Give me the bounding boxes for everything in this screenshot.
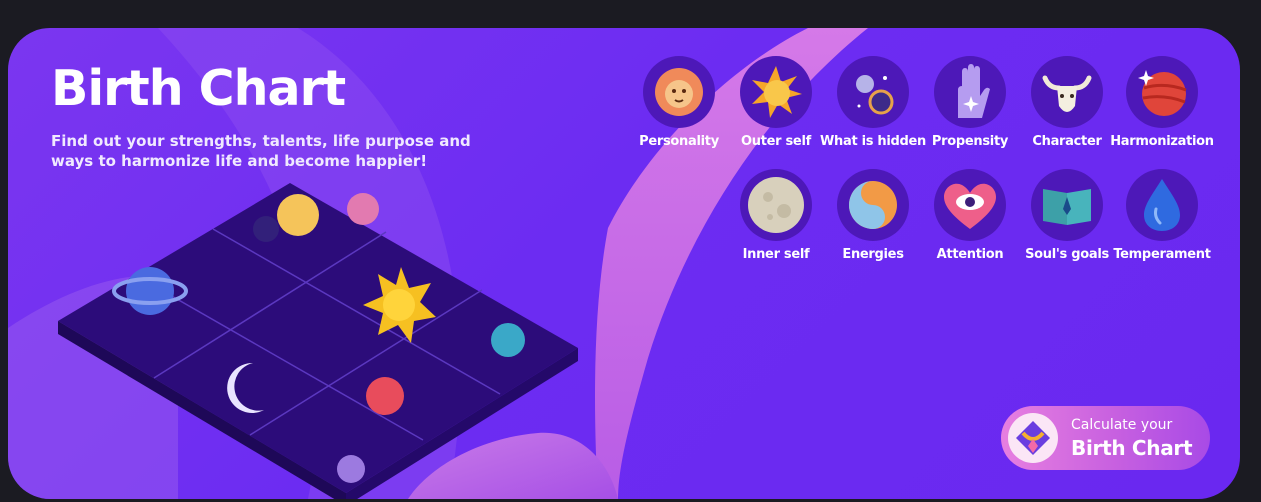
cta-line1: Calculate your: [1071, 417, 1173, 433]
bull-icon: [1031, 56, 1103, 128]
yin-yang-icon: [837, 169, 909, 241]
book-icon: [1031, 169, 1103, 241]
calculate-birth-chart-button[interactable]: Calculate your Birth Chart: [1001, 406, 1210, 470]
planet-dark: [253, 216, 279, 242]
feature-outer-self[interactable]: Outer self: [726, 56, 826, 156]
feature-label: Temperament: [1113, 247, 1211, 262]
planet-pink: [347, 193, 379, 225]
feature-attention[interactable]: Attention: [920, 169, 1020, 269]
cta-line2: Birth Chart: [1071, 436, 1193, 460]
planet-red: [366, 377, 404, 415]
planet-yellow: [277, 194, 319, 236]
feature-temperament[interactable]: Temperament: [1112, 169, 1212, 269]
feature-personality[interactable]: Personality: [629, 56, 729, 156]
planet-purple: [337, 455, 365, 483]
astrology-board-illustration: [58, 183, 578, 499]
lion-icon: [643, 56, 715, 128]
feature-what-is-hidden[interactable]: What is hidden: [820, 56, 926, 156]
feature-propensity[interactable]: Propensity: [920, 56, 1020, 156]
moon-icon: [740, 169, 812, 241]
planet-icon: [1126, 56, 1198, 128]
page-title: Birth Chart: [51, 60, 346, 117]
feature-inner-self[interactable]: Inner self: [726, 169, 826, 269]
feature-harmonization[interactable]: Harmonization: [1110, 56, 1214, 156]
feature-energies[interactable]: Energies: [823, 169, 923, 269]
birth-chart-banner: Birth Chart Find out your strengths, tal…: [8, 28, 1240, 499]
water-drop-icon: [1126, 169, 1198, 241]
zodiac-badge-icon: [1008, 413, 1058, 463]
sun-icon: [740, 56, 812, 128]
feature-label: Harmonization: [1110, 134, 1214, 149]
page-subtitle: Find out your strengths, talents, life p…: [51, 132, 471, 170]
planet-saturn: [126, 267, 174, 315]
hand-icon: [934, 56, 1006, 128]
planet-teal: [491, 323, 525, 357]
eye-heart-icon: [934, 169, 1006, 241]
planets-icon: [837, 56, 909, 128]
